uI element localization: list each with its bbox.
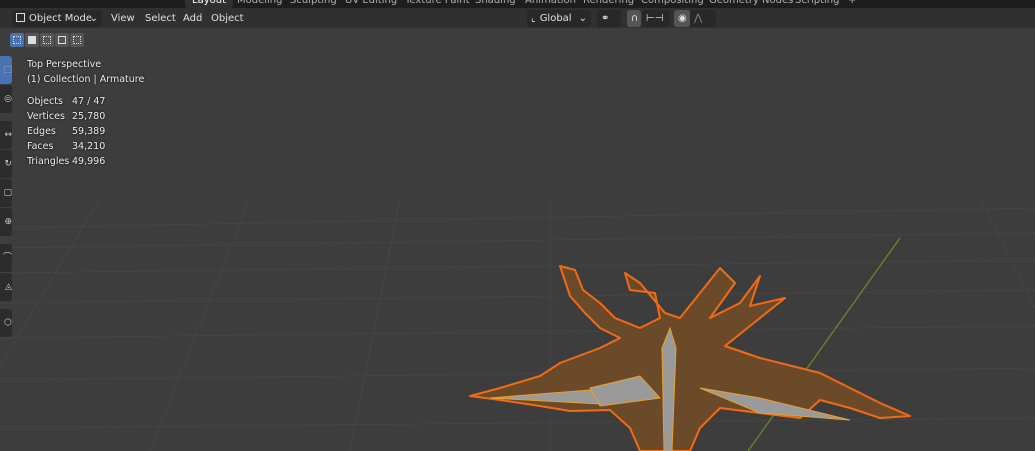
tab-animation[interactable]: Animation (518, 0, 583, 8)
move-icon: ↔ (4, 130, 12, 140)
rotate-icon: ↻ (4, 159, 12, 169)
transform-orientation-icon: ⌞ (531, 13, 536, 24)
snap-increment-icon: ⊢⊣ (646, 13, 664, 24)
cube-icon: ⬡ (4, 318, 12, 328)
tool-move[interactable]: ↔ (0, 121, 12, 149)
stat-value: 47 / 47 (72, 96, 106, 107)
view-name: Top Perspective (27, 59, 102, 70)
tool-rotate[interactable]: ↻ (0, 150, 12, 178)
select-new-button[interactable] (10, 33, 24, 47)
menu-add[interactable]: Add (180, 10, 205, 27)
select-intersect-button[interactable] (70, 33, 84, 47)
stat-value: 25,780 (72, 111, 106, 122)
selection-mode-group (10, 33, 84, 47)
stat-value: 49,996 (72, 156, 106, 167)
select-new-icon (13, 36, 21, 44)
stat-label: Objects (27, 96, 63, 107)
mode-dropdown[interactable]: Object Mode ⌄ (12, 10, 102, 27)
proportional-icon: ◉ (678, 13, 687, 24)
tab-uv-editing[interactable]: UV Editing (338, 0, 404, 8)
tool-transform[interactable]: ⊕ (0, 208, 12, 236)
select-extend-button[interactable] (25, 33, 39, 47)
chevron-down-icon: ⌄ (578, 13, 587, 24)
tool-cursor[interactable]: ◎ (0, 85, 12, 113)
tab-geometry-nodes[interactable]: Geometry Nodes (702, 0, 800, 8)
tab-texture-paint[interactable]: Texture Paint (398, 0, 477, 8)
menu-view[interactable]: View (108, 10, 138, 27)
stat-label: Faces (27, 141, 54, 152)
tab-modeling[interactable]: Modeling (230, 0, 290, 8)
3d-viewport[interactable] (0, 28, 1035, 451)
select-subtract-button[interactable] (40, 33, 54, 47)
viewport-header: Object Mode ⌄ View Select Add Object ⌞ Glo… (0, 8, 1035, 28)
scale-icon: ▢ (3, 188, 12, 198)
stat-value: 34,210 (72, 141, 106, 152)
orientation-label: Global (539, 13, 572, 24)
menu-object[interactable]: Object (208, 10, 247, 27)
falloff-dropdown[interactable]: ⋀ (690, 10, 716, 27)
viewport-scene (0, 197, 1035, 451)
tab-layout[interactable]: Layout (185, 0, 233, 8)
active-collection: (1) Collection | Armature (27, 74, 145, 85)
falloff-curve-icon: ⋀ (694, 13, 703, 24)
stat-label: Triangles (27, 156, 70, 167)
object-mode-icon (16, 13, 25, 22)
snap-toggle[interactable]: ∩ (627, 10, 641, 27)
measure-icon: ◬ (5, 282, 12, 292)
workspace-tabs: Layout Modeling Sculpting UV Editing Tex… (0, 0, 1035, 8)
select-extend-icon (28, 36, 36, 44)
select-box-icon: ⬚ (3, 65, 12, 75)
proportional-edit-toggle[interactable]: ◉ (674, 10, 690, 27)
tab-shading[interactable]: Shading (468, 0, 523, 8)
tool-measure[interactable]: ◬ (0, 273, 12, 301)
stat-label: Edges (27, 126, 56, 137)
select-invert-icon (58, 36, 66, 44)
snap-target-dropdown[interactable]: ⊢⊣ (642, 10, 670, 27)
tool-scale[interactable]: ▢ (0, 179, 12, 207)
tool-shelf: ⬚ ◎ ↔ ↻ ▢ ⊕ ⌒ ◬ ⬡ (0, 56, 12, 338)
orientation-dropdown[interactable]: ⌞ Global ⌄ (527, 10, 591, 27)
stat-edges: Edges 59,389 (27, 124, 144, 139)
stat-triangles: Triangles 49,996 (27, 154, 144, 169)
pivot-icon: ⚭ (601, 13, 610, 24)
select-intersect-icon (73, 36, 81, 44)
stat-label: Vertices (27, 111, 65, 122)
tab-sculpting[interactable]: Sculpting (283, 0, 344, 8)
viewport-info-overlay: Top Perspective (1) Collection | Armatur… (27, 57, 144, 169)
pivot-point-dropdown[interactable]: ⚭ (597, 10, 621, 27)
annotate-icon: ⌒ (2, 253, 12, 263)
stat-faces: Faces 34,210 (27, 139, 144, 154)
tab-rendering[interactable]: Rendering (576, 0, 641, 8)
menu-select[interactable]: Select (142, 10, 179, 27)
add-workspace-button[interactable]: + (841, 0, 863, 8)
cursor-icon: ◎ (4, 94, 12, 104)
tab-scripting[interactable]: Scripting (788, 0, 846, 8)
stat-objects: Objects 47 / 47 (27, 94, 144, 109)
tab-compositing[interactable]: Compositing (634, 0, 711, 8)
mode-label: Object Mode (29, 13, 92, 24)
select-invert-button[interactable] (55, 33, 69, 47)
select-subtract-icon (43, 36, 51, 44)
stat-value: 59,389 (72, 126, 106, 137)
tool-annotate[interactable]: ⌒ (0, 244, 12, 272)
tool-select-box[interactable]: ⬚ (0, 56, 12, 84)
chevron-down-icon: ⌄ (89, 13, 98, 24)
magnet-icon: ∩ (631, 13, 639, 24)
stat-vertices: Vertices 25,780 (27, 109, 144, 124)
tool-add-cube[interactable]: ⬡ (0, 309, 12, 337)
transform-icon: ⊕ (4, 217, 12, 227)
